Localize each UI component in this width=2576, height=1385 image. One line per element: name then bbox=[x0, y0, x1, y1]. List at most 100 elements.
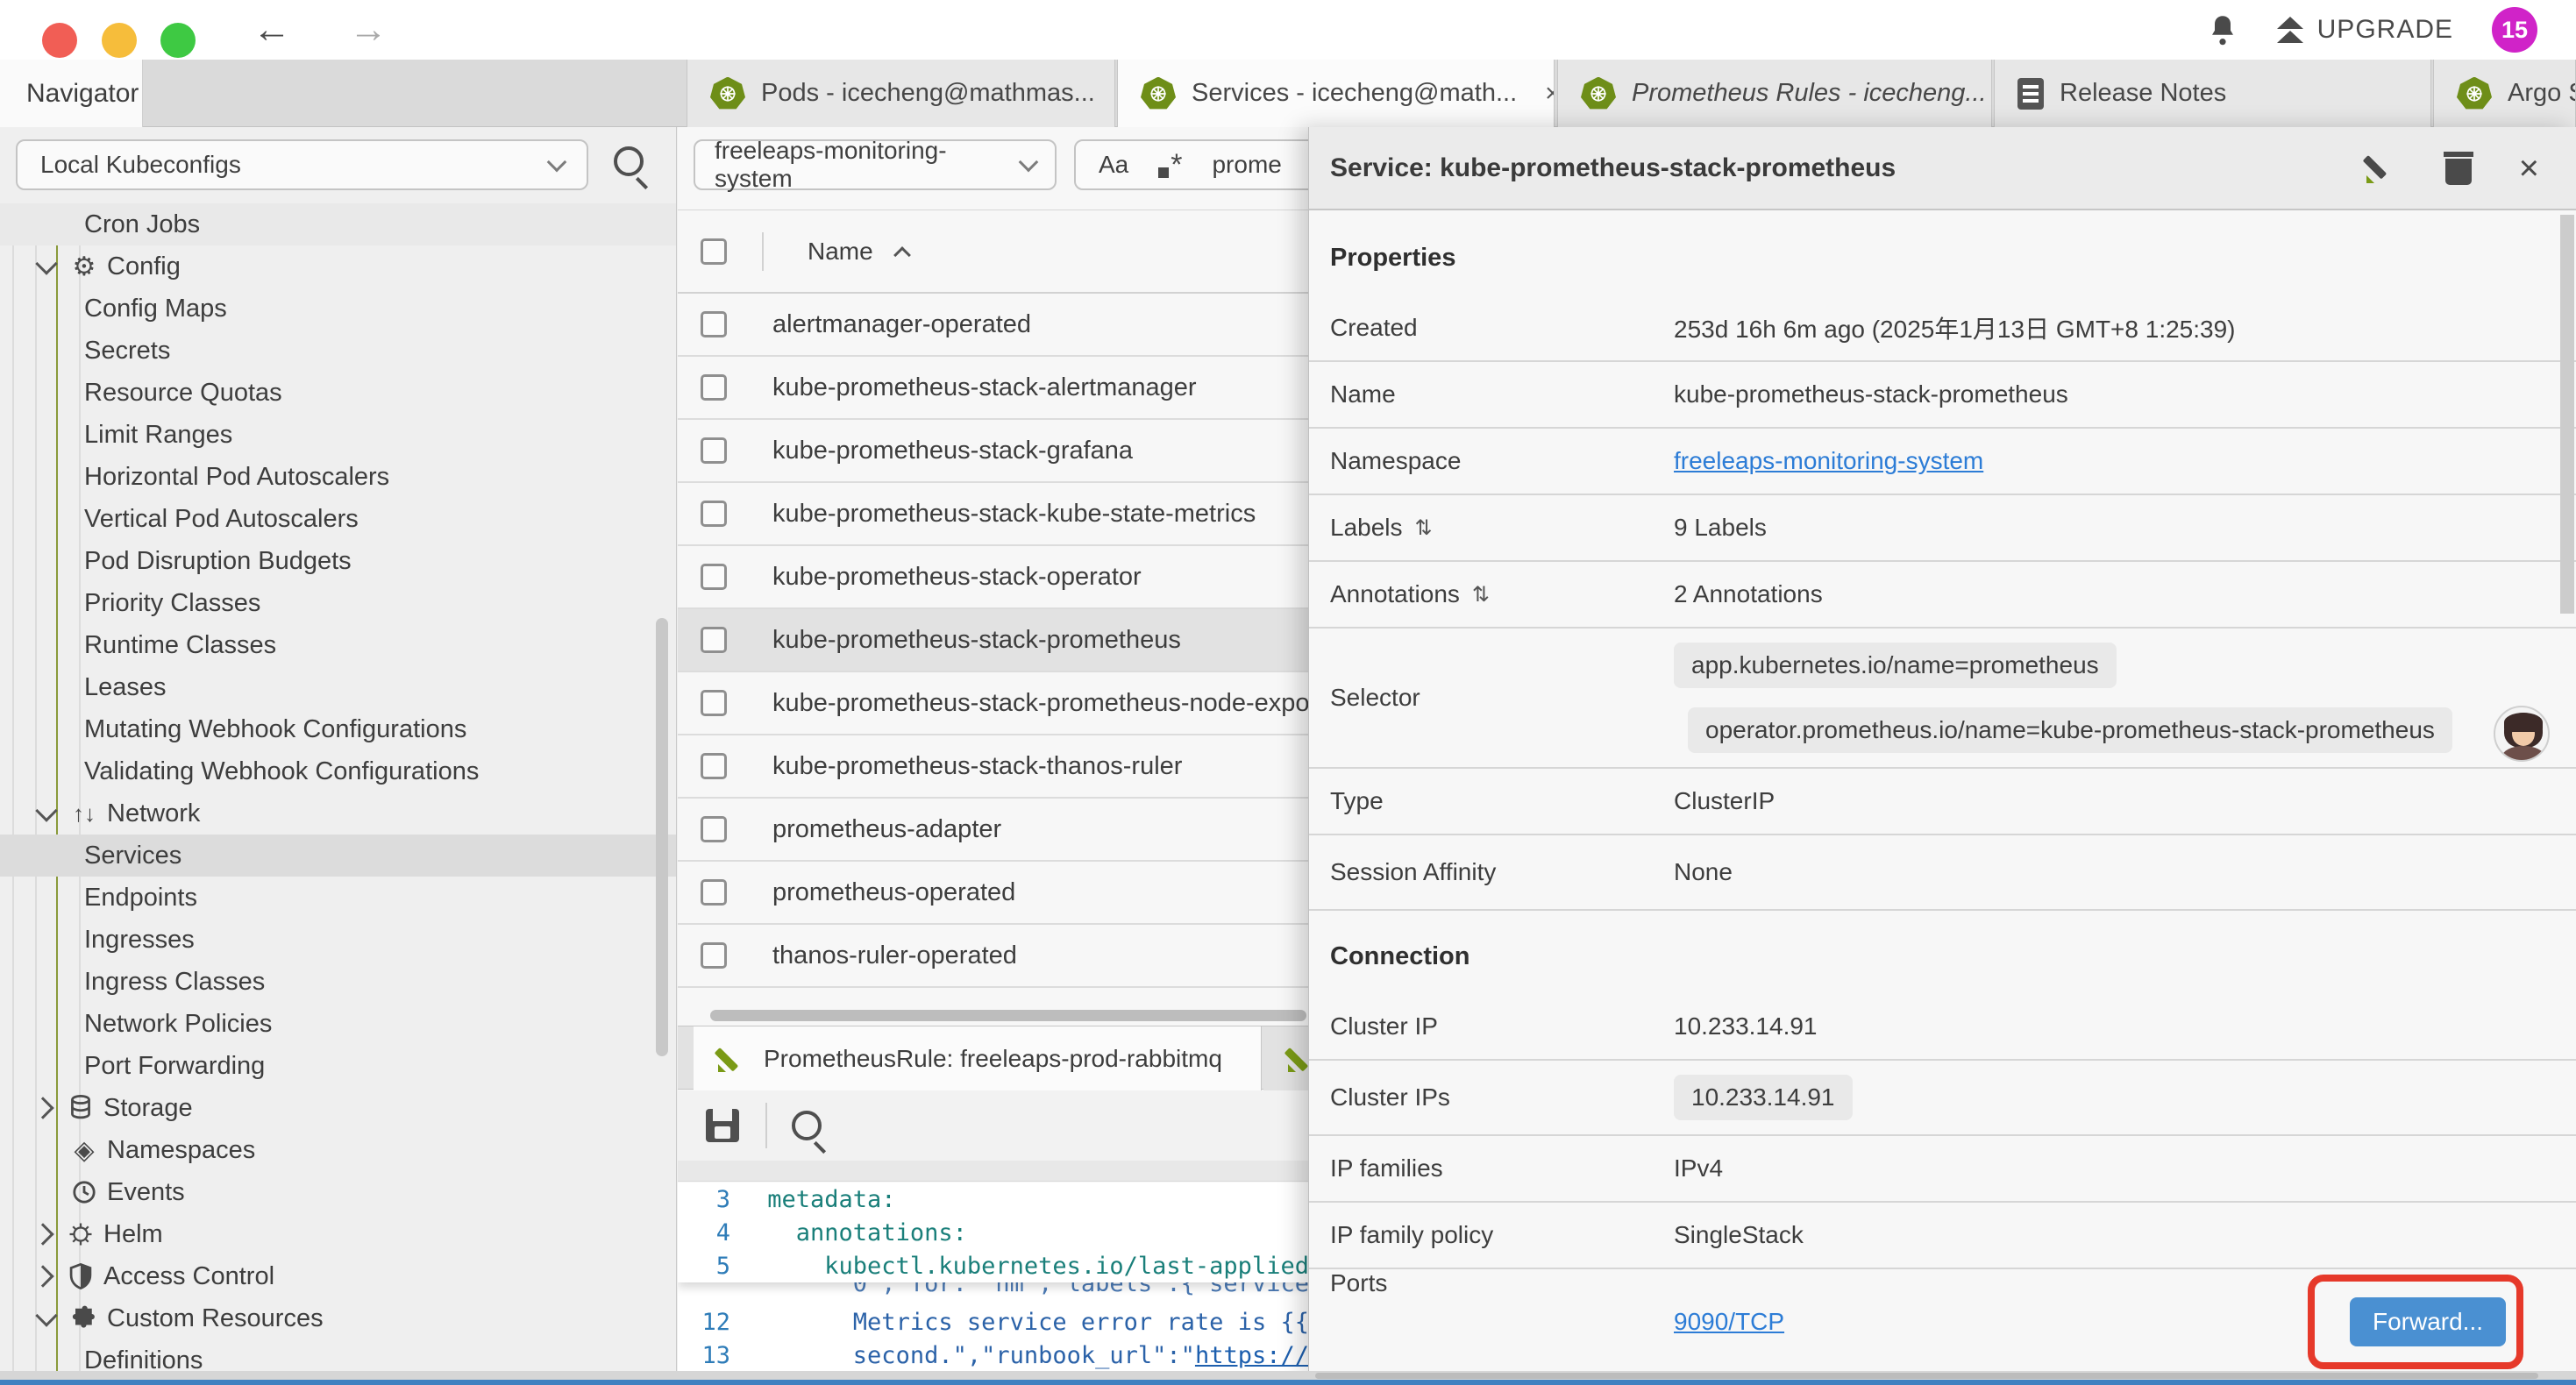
service-name: alertmanager-operated bbox=[772, 310, 1031, 339]
sidebar-item-namespaces[interactable]: ◈Namespaces bbox=[0, 1129, 676, 1171]
sidebar-item-label: Config Maps bbox=[84, 295, 227, 323]
namespace-link[interactable]: freeleaps-monitoring-system bbox=[1674, 447, 2576, 475]
row-checkbox[interactable] bbox=[701, 311, 727, 337]
chevron-down-icon[interactable] bbox=[35, 252, 57, 274]
sidebar-item-resource-quotas[interactable]: Resource Quotas bbox=[0, 372, 676, 414]
navigator-search-icon[interactable] bbox=[614, 146, 644, 176]
tab-release-notes[interactable]: Release Notes bbox=[1994, 60, 2431, 127]
sidebar-item-config[interactable]: ⚙Config bbox=[0, 245, 676, 288]
drawer-vscrollbar-thumb[interactable] bbox=[2560, 215, 2574, 614]
sidebar-item-services[interactable]: Services bbox=[0, 835, 676, 877]
property-label-text: Ports bbox=[1330, 1269, 1387, 1297]
sidebar-item-label: Network bbox=[107, 799, 200, 828]
chevron-down-icon[interactable] bbox=[35, 799, 57, 821]
row-checkbox[interactable] bbox=[701, 753, 727, 779]
match-case-toggle[interactable]: Aa bbox=[1099, 151, 1128, 179]
close-tab-icon[interactable]: × bbox=[1545, 79, 1555, 109]
sidebar-item-mutating-webhook-configurations[interactable]: Mutating Webhook Configurations bbox=[0, 708, 676, 750]
sidebar-item-runtime-classes[interactable]: Runtime Classes bbox=[0, 624, 676, 666]
tab-navigator[interactable]: Navigator bbox=[0, 60, 143, 127]
chevron-right-icon[interactable] bbox=[32, 1265, 53, 1287]
back-arrow-button[interactable]: ← bbox=[253, 7, 291, 53]
avatar[interactable] bbox=[2494, 706, 2550, 762]
sidebar-item-label: Endpoints bbox=[84, 884, 197, 913]
property-label-text: Created bbox=[1330, 314, 1418, 342]
bell-icon[interactable] bbox=[2207, 13, 2238, 46]
kubeconfig-select[interactable]: Local Kubeconfigs bbox=[16, 139, 588, 190]
chevron-right-icon[interactable] bbox=[32, 1097, 53, 1119]
value-text: kube-prometheus-stack-prometheus bbox=[1674, 380, 2576, 408]
row-checkbox[interactable] bbox=[701, 690, 727, 716]
sidebar-item-access-control[interactable]: Access Control bbox=[0, 1255, 676, 1297]
service-name: kube-prometheus-stack-prometheus-node-ex… bbox=[772, 689, 1348, 718]
sort-updown-icon[interactable]: ⇅ bbox=[1415, 515, 1433, 541]
sidebar-scrollbar-thumb[interactable] bbox=[656, 618, 668, 1056]
drawer-hscrollbar-thumb[interactable] bbox=[1315, 1373, 2538, 1379]
sidebar-item-network[interactable]: ↑↓Network bbox=[0, 792, 676, 835]
sidebar-item-vertical-pod-autoscalers[interactable]: Vertical Pod Autoscalers bbox=[0, 498, 676, 540]
forward-arrow-button[interactable]: → bbox=[349, 7, 388, 53]
sidebar-item-horizontal-pod-autoscalers[interactable]: Horizontal Pod Autoscalers bbox=[0, 456, 676, 498]
sidebar-item-endpoints[interactable]: Endpoints bbox=[0, 877, 676, 919]
notification-badge[interactable]: 15 bbox=[2492, 7, 2537, 53]
row-checkbox[interactable] bbox=[701, 564, 727, 590]
name-column-header[interactable]: Name bbox=[808, 238, 873, 266]
row-checkbox[interactable] bbox=[701, 879, 727, 906]
row-checkbox[interactable] bbox=[701, 501, 727, 527]
minimize-window-button[interactable] bbox=[102, 23, 137, 58]
row-checkbox[interactable] bbox=[701, 816, 727, 842]
database-icon bbox=[63, 1095, 98, 1121]
sort-updown-icon[interactable]: ⇅ bbox=[1472, 582, 1490, 607]
sidebar-item-label: Config bbox=[107, 252, 181, 281]
puzzle-icon bbox=[67, 1305, 102, 1332]
close-window-button[interactable] bbox=[42, 23, 77, 58]
sidebar-item-secrets[interactable]: Secrets bbox=[0, 330, 676, 372]
edit-service-icon[interactable] bbox=[2365, 152, 2398, 185]
sidebar-item-leases[interactable]: Leases bbox=[0, 666, 676, 708]
sidebar-item-ingress-classes[interactable]: Ingress Classes bbox=[0, 961, 676, 1003]
delete-service-icon[interactable] bbox=[2444, 152, 2473, 185]
upgrade-button[interactable]: UPGRADE bbox=[2277, 15, 2453, 45]
sidebar-item-events[interactable]: Events bbox=[0, 1171, 676, 1213]
sidebar-item-definitions[interactable]: Definitions bbox=[0, 1339, 676, 1373]
gear-icon: ⚙ bbox=[67, 252, 102, 282]
tab-argo-se[interactable]: Argo Se bbox=[2433, 60, 2576, 127]
row-checkbox[interactable] bbox=[701, 627, 727, 653]
tab-services-icecheng-math[interactable]: Services - icecheng@math...× bbox=[1117, 60, 1555, 127]
tab-pods-icecheng-mathmas[interactable]: Pods - icecheng@mathmas... bbox=[687, 60, 1115, 127]
chevron-down-icon[interactable] bbox=[35, 1304, 57, 1326]
services-hscrollbar-thumb[interactable] bbox=[710, 1010, 1306, 1021]
sidebar-item-cron-jobs[interactable]: Cron Jobs bbox=[0, 203, 676, 245]
regex-toggle[interactable]: * bbox=[1158, 148, 1182, 182]
sidebar-item-label: Definitions bbox=[84, 1346, 203, 1374]
sidebar-item-ingresses[interactable]: Ingresses bbox=[0, 919, 676, 961]
sidebar-item-custom-resources[interactable]: Custom Resources bbox=[0, 1297, 676, 1339]
save-icon[interactable] bbox=[706, 1109, 739, 1142]
maximize-window-button[interactable] bbox=[160, 23, 196, 58]
tab-prometheus-rules-icecheng[interactable]: Prometheus Rules - icecheng... bbox=[1557, 60, 1992, 127]
sidebar-item-network-policies[interactable]: Network Policies bbox=[0, 1003, 676, 1045]
forward-button[interactable]: Forward... bbox=[2350, 1297, 2506, 1346]
editor-tab-prometheusrule[interactable]: PrometheusRule: freeleaps-prod-rabbitmq bbox=[694, 1026, 1262, 1090]
close-drawer-icon[interactable]: × bbox=[2519, 151, 2539, 186]
sidebar-item-pod-disruption-budgets[interactable]: Pod Disruption Budgets bbox=[0, 540, 676, 582]
sidebar-item-limit-ranges[interactable]: Limit Ranges bbox=[0, 414, 676, 456]
row-checkbox[interactable] bbox=[701, 374, 727, 401]
filter-query-input[interactable]: prome bbox=[1212, 151, 1281, 179]
port-link[interactable]: 9090/TCP bbox=[1674, 1308, 1784, 1336]
sidebar-item-priority-classes[interactable]: Priority Classes bbox=[0, 582, 676, 624]
editor-search-icon[interactable] bbox=[792, 1111, 822, 1140]
sidebar-item-storage[interactable]: Storage bbox=[0, 1087, 676, 1129]
property-row-ip-families: IP familiesIPv4 bbox=[1309, 1136, 2576, 1203]
chevron-right-icon[interactable] bbox=[32, 1223, 53, 1245]
row-checkbox[interactable] bbox=[701, 437, 727, 464]
sort-ascending-icon[interactable] bbox=[893, 246, 911, 264]
sidebar-item-validating-webhook-configurations[interactable]: Validating Webhook Configurations bbox=[0, 750, 676, 792]
select-all-checkbox[interactable] bbox=[701, 238, 727, 265]
row-checkbox[interactable] bbox=[701, 942, 727, 969]
regex-icon bbox=[1158, 167, 1169, 178]
sidebar-item-port-forwarding[interactable]: Port Forwarding bbox=[0, 1045, 676, 1087]
sidebar-item-config-maps[interactable]: Config Maps bbox=[0, 288, 676, 330]
namespace-select[interactable]: freeleaps-monitoring-system bbox=[694, 139, 1057, 190]
sidebar-item-helm[interactable]: Helm bbox=[0, 1213, 676, 1255]
